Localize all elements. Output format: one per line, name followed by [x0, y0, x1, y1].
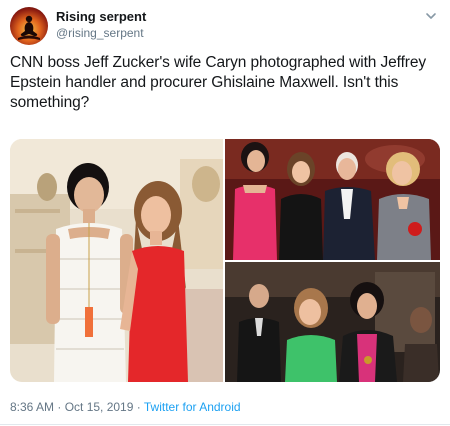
photo-1[interactable] — [10, 139, 223, 382]
tweet-meta: 8:36 AM · Oct 15, 2019 · Twitter for And… — [10, 400, 241, 414]
media-grid — [10, 139, 440, 382]
avatar[interactable] — [10, 7, 48, 45]
tweet-text: CNN boss Jeff Zucker's wife Caryn photog… — [10, 54, 427, 111]
author-name[interactable]: Rising serpent — [56, 9, 146, 24]
author-handle[interactable]: @rising_serpent — [56, 26, 144, 40]
tweet-card: Rising serpent @rising_serpent CNN boss … — [0, 0, 450, 426]
meta-separator: · — [133, 400, 144, 414]
photo-2[interactable] — [225, 139, 440, 260]
divider — [0, 424, 450, 425]
timestamp[interactable]: 8:36 AM · Oct 15, 2019 — [10, 400, 133, 414]
meditating-figure-icon — [18, 15, 40, 40]
chevron-down-icon[interactable] — [424, 9, 438, 23]
photo-3[interactable] — [225, 262, 440, 382]
source-link[interactable]: Twitter for Android — [144, 400, 241, 414]
